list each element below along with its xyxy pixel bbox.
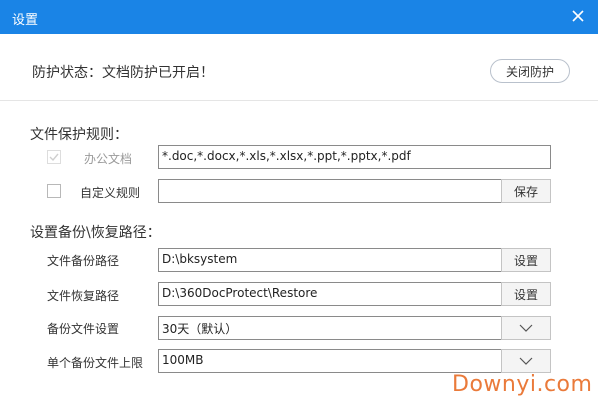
protection-status-text: 防护状态：文档防护已开启！ xyxy=(32,65,214,81)
size-limit-label: 单个备份文件上限 xyxy=(47,356,144,370)
window-title: 设置 xyxy=(12,13,39,28)
set-backup-path-button[interactable]: 设置 xyxy=(501,248,551,272)
backup-path-field[interactable]: D:\bksystem xyxy=(158,248,502,272)
save-button[interactable]: 保存 xyxy=(501,179,551,203)
office-docs-checkbox xyxy=(47,150,61,164)
set-restore-path-button[interactable]: 设置 xyxy=(501,282,551,306)
backup-path-label: 文件备份路径 xyxy=(47,254,120,268)
chevron-down-icon xyxy=(519,324,533,332)
office-docs-label: 办公文档 xyxy=(84,152,133,166)
custom-rule-input[interactable] xyxy=(158,179,502,203)
disable-protection-button[interactable]: 关闭防护 xyxy=(490,59,570,83)
backup-setting-label: 备份文件设置 xyxy=(47,322,120,336)
restore-path-field[interactable]: D:\360DocProtect\Restore xyxy=(158,282,502,306)
backup-restore-heading: 设置备份\恢复路径： xyxy=(30,225,161,241)
custom-rule-label: 自定义规则 xyxy=(80,186,141,200)
close-icon[interactable] xyxy=(566,4,590,28)
protection-rules-heading: 文件保护规则： xyxy=(30,127,128,143)
backup-setting-dropdown[interactable] xyxy=(501,316,551,340)
size-limit-select[interactable]: 100MB xyxy=(158,349,502,373)
backup-setting-select[interactable]: 30天（默认） xyxy=(158,316,502,340)
title-bar: 设置 xyxy=(0,0,598,34)
custom-rule-checkbox[interactable] xyxy=(47,184,61,198)
office-docs-extensions-field[interactable]: *.doc,*.docx,*.xls,*.xlsx,*.ppt,*.pptx,*… xyxy=(158,145,551,169)
size-limit-dropdown[interactable] xyxy=(501,349,551,373)
chevron-down-icon xyxy=(519,357,533,365)
watermark: Downyi.com xyxy=(452,372,593,397)
check-icon xyxy=(49,153,59,162)
restore-path-label: 文件恢复路径 xyxy=(47,289,120,303)
